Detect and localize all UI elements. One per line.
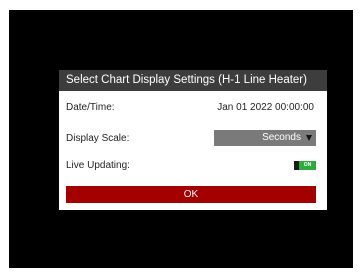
ok-button[interactable]: OK [66, 186, 316, 203]
date-time-label: Date/Time: [66, 102, 115, 113]
chevron-down-icon [306, 135, 312, 141]
live-updating-label: Live Updating: [66, 160, 130, 171]
display-scale-value: Seconds [262, 132, 301, 143]
date-time-value[interactable]: Jan 01 2022 00:00:00 [217, 102, 314, 113]
date-time-row: Date/Time: Jan 01 2022 00:00:00 [59, 98, 327, 118]
display-scale-row: Display Scale: Seconds [59, 129, 327, 149]
live-updating-toggle[interactable]: ON [294, 161, 316, 170]
display-scale-select[interactable]: Seconds [214, 130, 316, 146]
dialog-title: Select Chart Display Settings (H-1 Line … [59, 70, 327, 91]
chart-settings-dialog: Select Chart Display Settings (H-1 Line … [59, 70, 327, 210]
display-scale-label: Display Scale: [66, 133, 130, 144]
live-updating-row: Live Updating: ON [59, 156, 327, 176]
toggle-state-label: ON [299, 161, 316, 170]
